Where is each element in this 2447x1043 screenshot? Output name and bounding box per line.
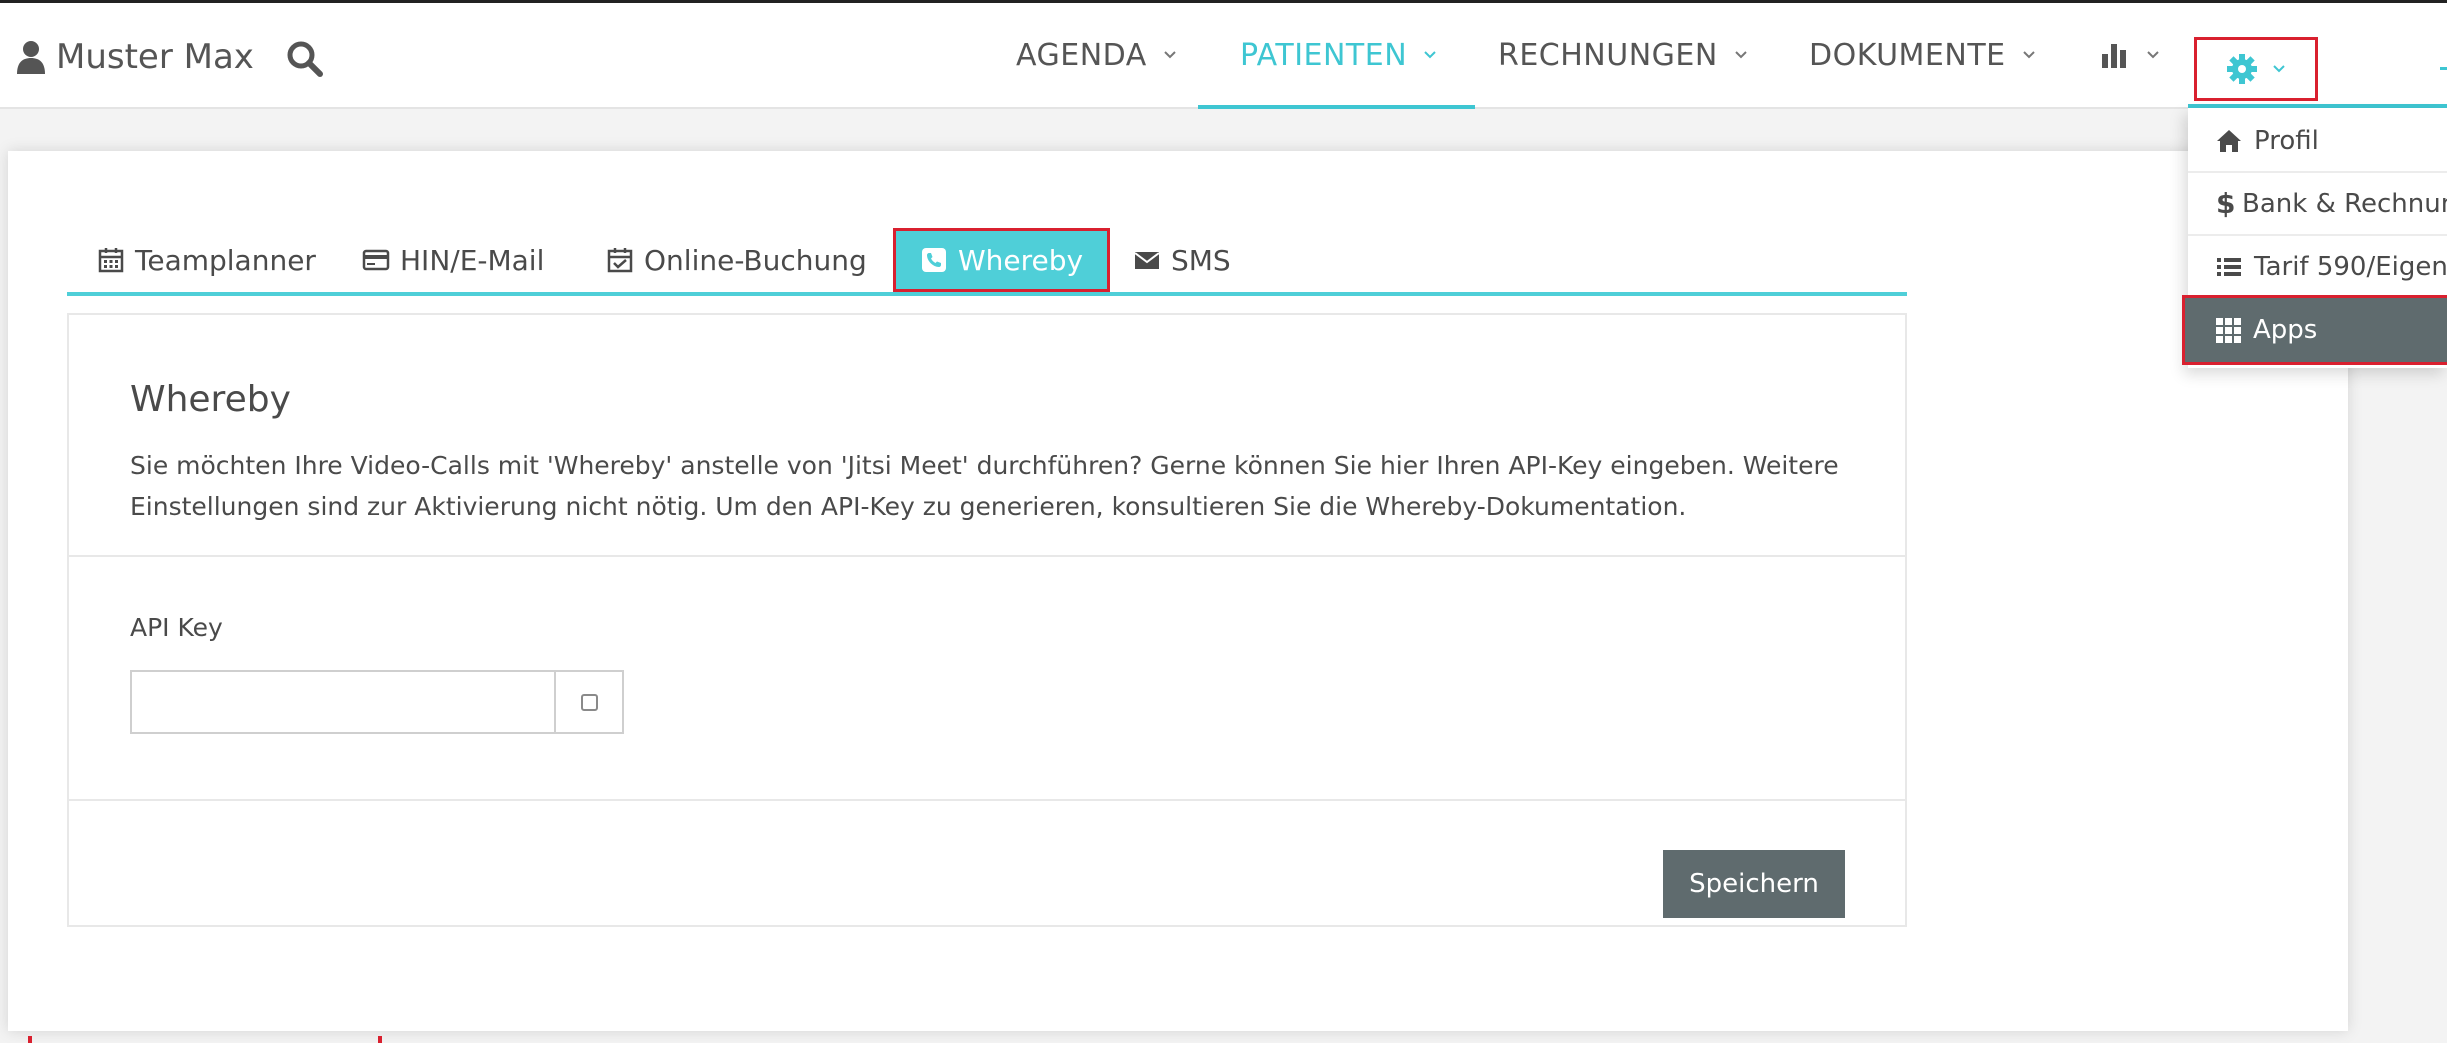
- api-key-label: API Key: [130, 613, 223, 642]
- dollar-icon: $: [2216, 187, 2236, 220]
- menu-item-tarif[interactable]: Tarif 590/Eigene: [2188, 236, 2447, 299]
- whereby-panel: Whereby Sie möchten Ihre Video-Calls mit…: [67, 313, 1907, 927]
- tab-label: SMS: [1171, 243, 1231, 277]
- nav-overflow-marker: [2440, 67, 2447, 70]
- menu-item-label: Tarif 590/Eigene: [2254, 251, 2447, 282]
- list-icon: [2217, 257, 2241, 276]
- divider: [69, 555, 1905, 557]
- user-icon: [17, 41, 45, 74]
- search-icon[interactable]: [285, 39, 325, 79]
- user-name: Muster Max: [56, 37, 254, 77]
- nav-patienten-label: PATIENTEN: [1240, 37, 1408, 73]
- credit-card-icon: [362, 249, 390, 271]
- tab-label: Whereby: [958, 243, 1084, 277]
- nav-agenda-label: AGENDA: [1016, 37, 1147, 73]
- nav-dokumente[interactable]: DOKUMENTE: [1809, 3, 2036, 107]
- nav-dokumente-label: DOKUMENTE: [1809, 37, 2006, 73]
- calendar-icon: [98, 248, 124, 273]
- bottom-marker: [28, 1036, 32, 1043]
- menu-item-profil[interactable]: Profil: [2188, 110, 2447, 173]
- bar-chart-icon: [2102, 44, 2126, 68]
- user-menu[interactable]: Muster Max: [16, 37, 254, 77]
- chevron-down-icon: [2273, 65, 2285, 73]
- menu-item-label: Bank & Rechnun: [2242, 188, 2447, 219]
- tab-hin-email[interactable]: HIN/E-Mail: [362, 230, 544, 290]
- nav-agenda[interactable]: AGENDA: [1016, 3, 1177, 107]
- menu-item-label: Profil: [2254, 125, 2319, 156]
- menu-item-apps[interactable]: Apps: [2182, 295, 2447, 365]
- menu-item-label: Apps: [2253, 315, 2318, 345]
- panel-description: Sie möchten Ihre Video-Calls mit 'Whereb…: [130, 451, 1839, 521]
- phone-icon: [922, 248, 946, 272]
- tab-label: Teamplanner: [135, 243, 316, 277]
- chevron-down-icon: [2147, 51, 2159, 59]
- gear-icon: [2227, 54, 2257, 84]
- panel-title: Whereby: [130, 379, 291, 420]
- tab-teamplanner[interactable]: Teamplanner: [97, 230, 316, 290]
- nav-rechnungen-label: RECHNUNGEN: [1498, 37, 1718, 73]
- settings-dropdown-menu: Profil $ Bank & Rechnun Tarif 590/Eigene…: [2182, 108, 2447, 368]
- bottom-marker: [378, 1036, 382, 1043]
- chevron-down-icon: [1735, 51, 1747, 59]
- tab-online-buchung[interactable]: Online-Buchung: [606, 230, 867, 290]
- chevron-down-icon: [1424, 51, 1436, 59]
- chevron-down-icon: [1164, 51, 1176, 59]
- top-navbar: Muster Max AGENDA PATIENTEN RECHNUNGEN D…: [0, 3, 2447, 109]
- settings-menu-button[interactable]: [2194, 37, 2318, 101]
- api-key-visibility-toggle[interactable]: [554, 670, 624, 734]
- api-key-input[interactable]: [130, 670, 556, 734]
- nav-rechnungen[interactable]: RECHNUNGEN: [1498, 3, 1748, 107]
- save-button[interactable]: Speichern: [1663, 850, 1845, 918]
- show-key-checkbox[interactable]: [580, 693, 598, 711]
- grid-icon: [2216, 318, 2241, 343]
- nav-statistics[interactable]: [2100, 3, 2160, 107]
- tab-label: HIN/E-Mail: [400, 243, 545, 277]
- settings-tabs: Teamplanner HIN/E-Mail Online-Buchung Wh…: [67, 228, 1907, 296]
- calendar-check-icon: [607, 248, 633, 273]
- divider: [69, 799, 1905, 801]
- nav-patienten[interactable]: PATIENTEN: [1197, 3, 1476, 109]
- envelope-icon: [1134, 252, 1160, 269]
- tab-sms[interactable]: SMS: [1133, 230, 1231, 290]
- tab-whereby[interactable]: Whereby: [893, 228, 1111, 292]
- chevron-down-icon: [2022, 51, 2035, 59]
- menu-item-bank[interactable]: $ Bank & Rechnun: [2188, 173, 2447, 236]
- tab-label: Online-Buchung: [644, 243, 867, 277]
- home-icon: [2217, 129, 2241, 152]
